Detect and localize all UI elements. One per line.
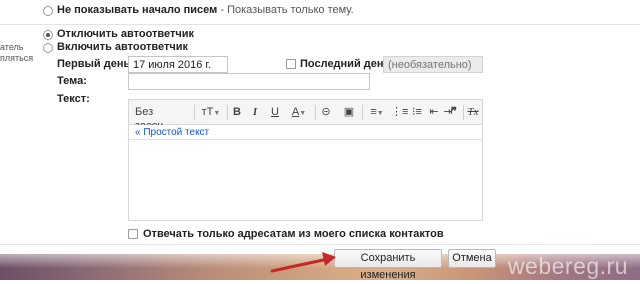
annotation-arrow-icon <box>270 252 336 273</box>
